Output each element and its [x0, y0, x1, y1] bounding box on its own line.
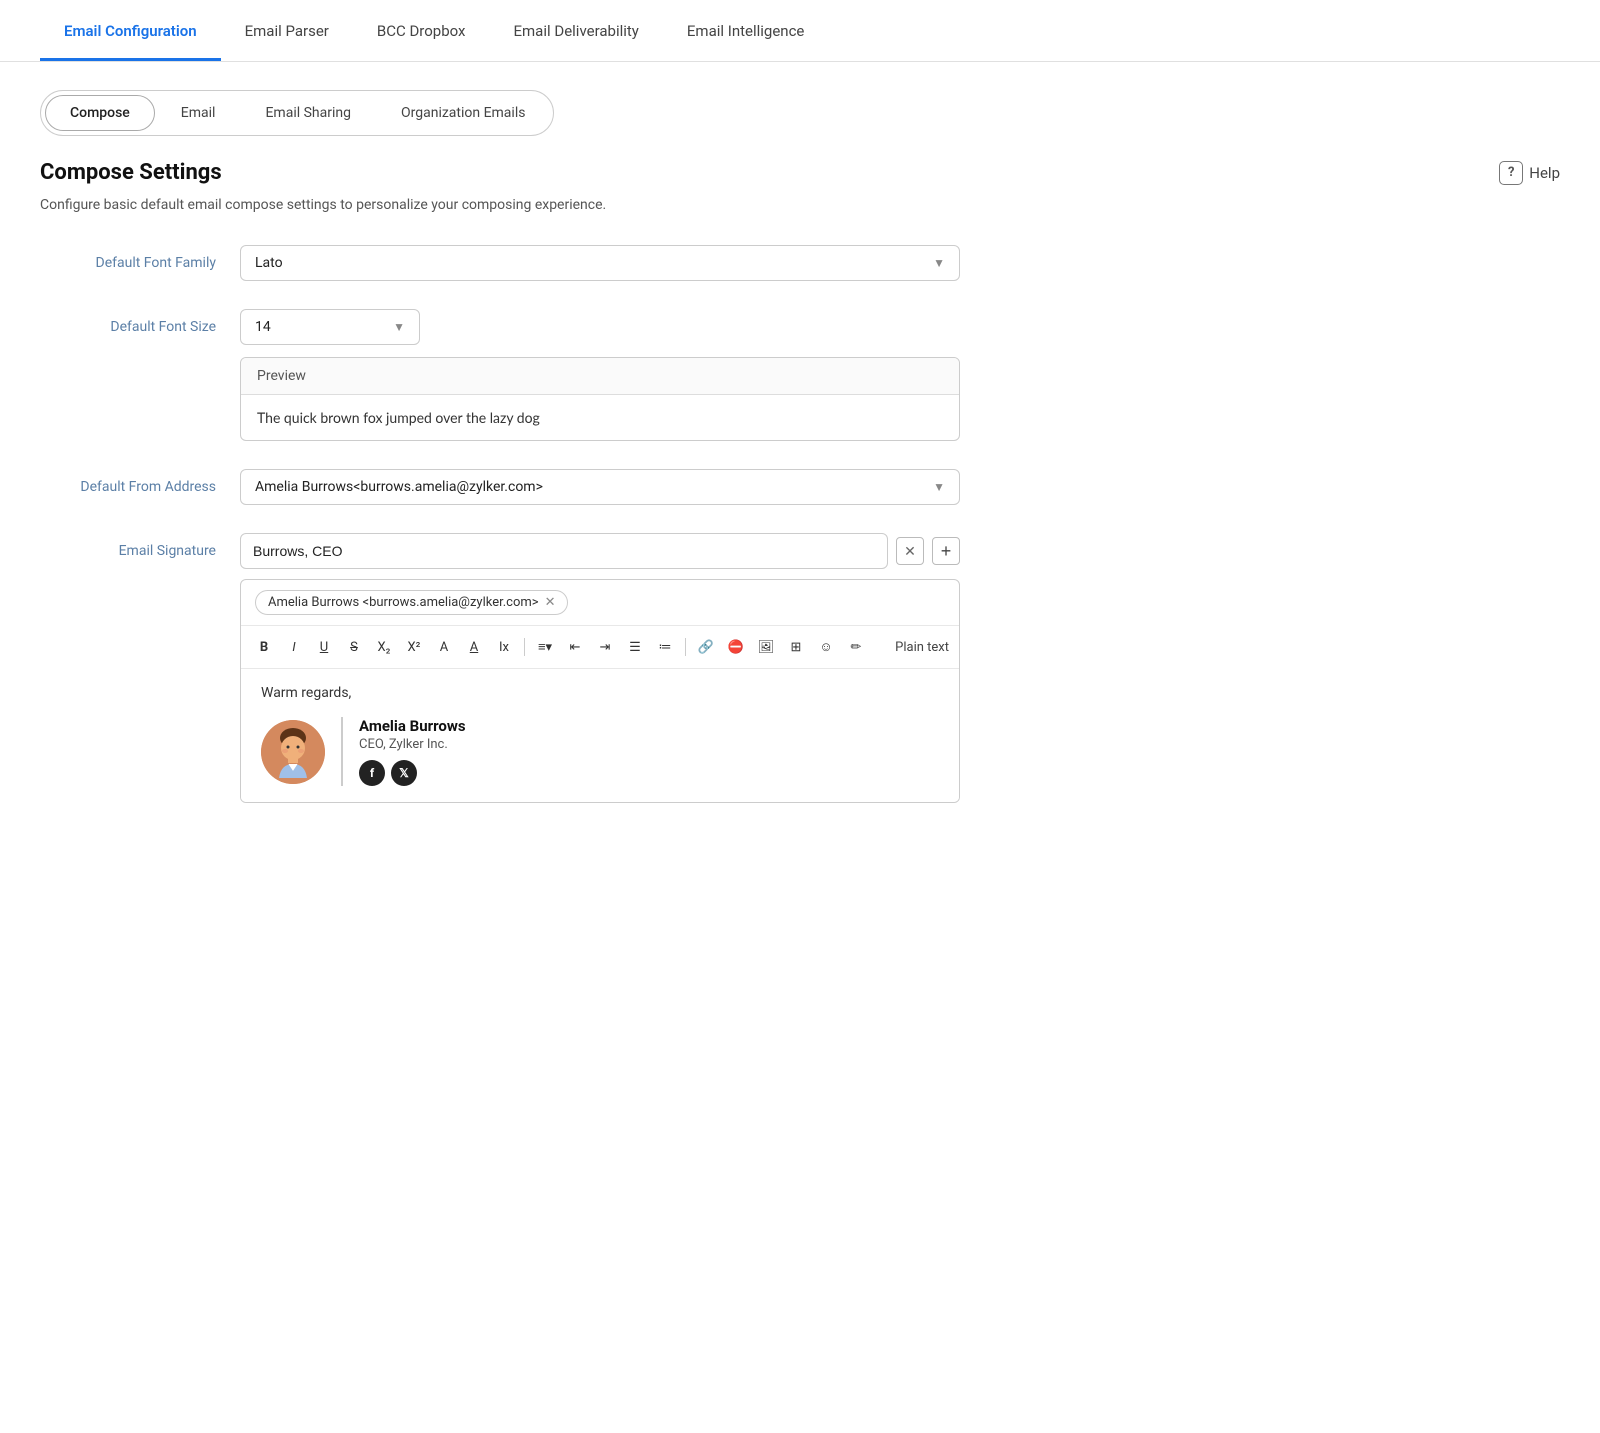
font-family-label: Default Font Family [40, 245, 240, 271]
toolbar-emoji[interactable]: ☺ [813, 634, 839, 660]
nav-email-intelligence[interactable]: Email Intelligence [663, 0, 829, 61]
font-family-row: Default Font Family Lato ▼ [40, 245, 1560, 281]
toolbar-bold[interactable]: B [251, 634, 277, 660]
toolbar-align[interactable]: ≡▾ [532, 634, 558, 660]
font-preview-box: Preview The quick brown fox jumped over … [240, 357, 960, 441]
help-button[interactable]: ? Help [1499, 161, 1560, 185]
chevron-down-icon: ▼ [933, 256, 945, 270]
sub-tab-group: Compose Email Email Sharing Organization… [40, 90, 554, 136]
font-family-value: Lato [255, 255, 283, 271]
signature-label: Email Signature [40, 533, 240, 559]
nav-bcc-dropbox[interactable]: BCC Dropbox [353, 0, 490, 61]
signature-name-input[interactable] [240, 533, 888, 569]
chip-close-icon[interactable]: ✕ [545, 595, 556, 610]
sig-profile: Amelia Burrows CEO, Zylker Inc. f 𝕏 [261, 717, 939, 786]
font-family-select[interactable]: Lato ▼ [240, 245, 960, 281]
toolbar-superscript[interactable]: X² [401, 634, 427, 660]
tab-compose[interactable]: Compose [45, 95, 155, 131]
signature-clear-button[interactable]: ✕ [896, 537, 924, 565]
toolbar-indent-right[interactable]: ⇥ [592, 634, 618, 660]
font-size-label: Default Font Size [40, 309, 240, 335]
nav-email-parser[interactable]: Email Parser [221, 0, 353, 61]
sig-warm-regards: Warm regards, [261, 685, 939, 701]
page-content: Compose Settings ? Help Configure basic … [0, 160, 1600, 871]
sig-info: Amelia Burrows CEO, Zylker Inc. f 𝕏 [341, 717, 466, 786]
font-size-control: 14 ▼ Preview The quick brown fox jumped … [240, 309, 960, 441]
toolbar-image[interactable]: 🖼 [753, 634, 779, 660]
sig-social-links: f 𝕏 [359, 760, 466, 786]
recipient-chip-label: Amelia Burrows <burrows.amelia@zylker.co… [268, 595, 539, 610]
toolbar-unordered-list[interactable]: ≔ [652, 634, 678, 660]
toolbar-separator-2 [685, 638, 686, 656]
signature-toolbar: B I U S X₂ X² A A Ix ≡▾ ⇤ ⇥ ☰ ≔ 🔗 [241, 626, 959, 669]
signature-control: ✕ + Amelia Burrows <burrows.amelia@zylke… [240, 533, 960, 803]
twitter-icon[interactable]: 𝕏 [391, 760, 417, 786]
nav-email-configuration[interactable]: Email Configuration [40, 0, 221, 61]
tab-email[interactable]: Email [157, 96, 240, 130]
toolbar-unlink[interactable]: ⛔ [723, 634, 749, 660]
from-address-value: Amelia Burrows<burrows.amelia@zylker.com… [255, 479, 543, 495]
font-family-control: Lato ▼ [240, 245, 960, 281]
toolbar-ordered-list[interactable]: ☰ [622, 634, 648, 660]
toolbar-font-color[interactable]: A [431, 634, 457, 660]
plain-text-label[interactable]: Plain text [895, 640, 949, 655]
page-title: Compose Settings [40, 160, 222, 185]
nav-email-deliverability[interactable]: Email Deliverability [490, 0, 663, 61]
toolbar-clear-format[interactable]: Ix [491, 634, 517, 660]
toolbar-strikethrough[interactable]: S [341, 634, 367, 660]
chevron-down-icon: ▼ [393, 320, 405, 334]
page-header: Compose Settings ? Help [40, 160, 1560, 185]
signature-row: Email Signature ✕ + Amelia Burrows <burr… [40, 533, 1560, 803]
preview-content: The quick brown fox jumped over the lazy… [241, 395, 959, 440]
sig-name: Amelia Burrows [359, 717, 466, 735]
signature-recipient-area: Amelia Burrows <burrows.amelia@zylker.co… [241, 580, 959, 626]
signature-body: Warm regards, [241, 669, 959, 802]
toolbar-separator-1 [524, 638, 525, 656]
from-address-row: Default From Address Amelia Burrows<burr… [40, 469, 1560, 505]
toolbar-italic[interactable]: I [281, 634, 307, 660]
toolbar-link[interactable]: 🔗 [693, 634, 719, 660]
toolbar-subscript[interactable]: X₂ [371, 634, 397, 660]
font-size-select[interactable]: 14 ▼ [240, 309, 420, 345]
signature-editor: Amelia Burrows <burrows.amelia@zylker.co… [240, 579, 960, 803]
font-size-value: 14 [255, 319, 271, 335]
signature-input-row: ✕ + [240, 533, 960, 569]
toolbar-font-highlight[interactable]: A [461, 634, 487, 660]
help-label: Help [1529, 164, 1560, 182]
page-description: Configure basic default email compose se… [40, 197, 1560, 213]
preview-header: Preview [241, 358, 959, 395]
avatar [261, 720, 325, 784]
facebook-icon[interactable]: f [359, 760, 385, 786]
chevron-down-icon: ▼ [933, 480, 945, 494]
from-address-control: Amelia Burrows<burrows.amelia@zylker.com… [240, 469, 960, 505]
font-size-row: Default Font Size 14 ▼ Preview The quick… [40, 309, 1560, 441]
tab-email-sharing[interactable]: Email Sharing [241, 96, 375, 130]
top-navigation: Email Configuration Email Parser BCC Dro… [0, 0, 1600, 62]
toolbar-source[interactable]: ✏ [843, 634, 869, 660]
toolbar-table[interactable]: ⊞ [783, 634, 809, 660]
from-address-label: Default From Address [40, 469, 240, 495]
toolbar-indent-left[interactable]: ⇤ [562, 634, 588, 660]
tab-organization-emails[interactable]: Organization Emails [377, 96, 549, 130]
toolbar-underline[interactable]: U [311, 634, 337, 660]
from-address-select[interactable]: Amelia Burrows<burrows.amelia@zylker.com… [240, 469, 960, 505]
help-icon: ? [1499, 161, 1523, 185]
sig-job-title: CEO, Zylker Inc. [359, 737, 466, 752]
signature-add-button[interactable]: + [932, 537, 960, 565]
recipient-chip[interactable]: Amelia Burrows <burrows.amelia@zylker.co… [255, 590, 568, 615]
